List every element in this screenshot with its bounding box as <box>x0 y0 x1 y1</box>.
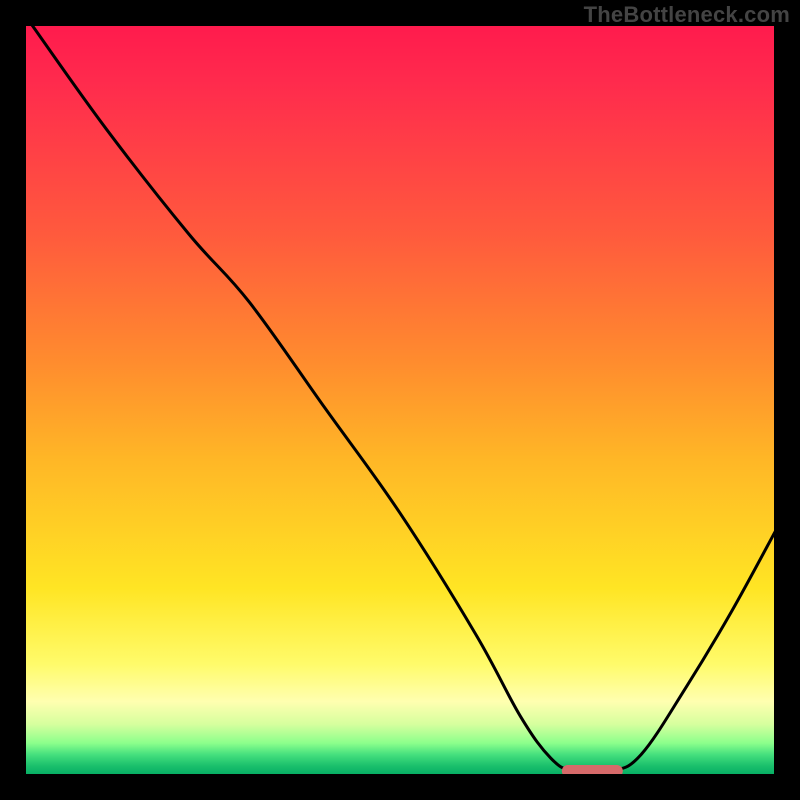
bottleneck-curve <box>31 23 777 773</box>
curve-svg <box>23 23 777 777</box>
watermark-text: TheBottleneck.com <box>584 2 790 28</box>
chart-container: TheBottleneck.com <box>0 0 800 800</box>
optimal-marker <box>562 765 622 777</box>
